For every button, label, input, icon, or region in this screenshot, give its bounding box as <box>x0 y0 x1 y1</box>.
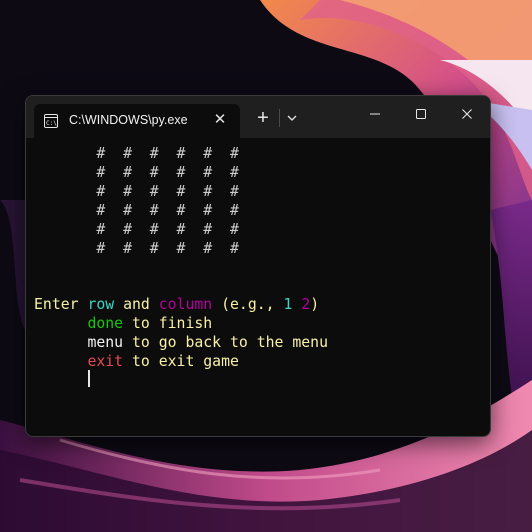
prompt-eg-open: (e.g., <box>212 296 284 313</box>
done-keyword: done <box>87 315 124 332</box>
titlebar-divider <box>279 109 280 127</box>
exit-indent <box>34 353 87 370</box>
terminal-output[interactable]: # # # # # # # # # # # # # # # # # # # # … <box>26 138 490 436</box>
exit-text: to exit game <box>123 353 239 370</box>
done-text: to finish <box>123 315 213 332</box>
chevron-down-icon[interactable] <box>282 108 302 128</box>
grid-row-3: # # # # # # <box>34 183 239 200</box>
exit-line: exit to exit game <box>34 352 239 371</box>
minimize-button[interactable] <box>362 104 388 124</box>
tab-title: C:\WINDOWS\py.exe <box>69 113 188 127</box>
grid-row-5: # # # # # # <box>34 221 239 238</box>
new-tab-button[interactable]: + <box>252 108 274 128</box>
prompt-enter: Enter <box>34 296 88 313</box>
menu-text: to go back to the menu <box>123 334 328 351</box>
menu-keyword: menu <box>87 334 124 351</box>
grid-row-2: # # # # # # <box>34 164 239 181</box>
done-line: done to finish <box>34 314 212 333</box>
close-icon <box>462 109 472 119</box>
minimize-icon <box>370 113 380 115</box>
menu-indent <box>34 334 87 351</box>
terminal-icon: C:\ <box>44 114 58 128</box>
prompt-line: Enter row and column (e.g., 1 2) <box>34 295 319 314</box>
tab-py-exe[interactable]: C:\ C:\WINDOWS\py.exe ✕ <box>34 104 240 138</box>
close-tab-icon[interactable]: ✕ <box>210 110 230 130</box>
maximize-button[interactable] <box>408 104 434 124</box>
grid-row-1: # # # # # # <box>34 145 239 162</box>
done-indent <box>34 315 87 332</box>
svg-text:C:\: C:\ <box>46 120 57 127</box>
grid-row-4: # # # # # # <box>34 202 239 219</box>
terminal-window[interactable]: C:\ C:\WINDOWS\py.exe ✕ + # # # # # # # … <box>25 95 491 437</box>
prompt-row: row <box>87 296 115 313</box>
grid-row-6: # # # # # # <box>34 240 239 257</box>
prompt-column: column <box>158 296 213 313</box>
prompt-eg-close: ) <box>310 296 320 313</box>
text-cursor <box>88 370 90 387</box>
maximize-icon <box>416 109 426 119</box>
prompt-and: and <box>114 296 159 313</box>
prompt-example-column: 2 <box>301 296 311 313</box>
menu-line: menu to go back to the menu <box>34 333 328 352</box>
title-bar[interactable]: C:\ C:\WINDOWS\py.exe ✕ + <box>26 96 490 138</box>
close-window-button[interactable] <box>454 104 480 124</box>
chevron-down-glyph <box>287 115 297 121</box>
exit-keyword: exit <box>87 353 124 370</box>
